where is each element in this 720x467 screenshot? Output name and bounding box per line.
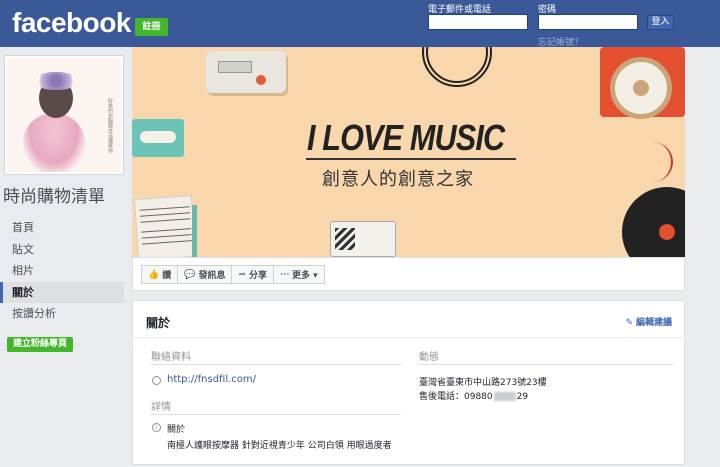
page-title[interactable]: 時尚購物清單 xyxy=(3,182,105,207)
pencil-icon: ✎ xyxy=(625,318,633,328)
film-reel-illustration xyxy=(610,57,672,119)
profile-dress xyxy=(23,113,85,172)
contact-heading: 聯絡資料 xyxy=(151,352,191,363)
redacted-digits xyxy=(493,392,516,401)
section-divider xyxy=(151,414,401,415)
create-page-button[interactable]: 建立粉絲專頁 xyxy=(7,337,73,352)
cover-title: I LOVE MUSIC xyxy=(307,117,505,158)
cover-subtitle: 創意人的創意之家 xyxy=(322,169,474,190)
more-button[interactable]: ⋯ 更多 ▾ xyxy=(273,265,325,284)
about-title: 關於 xyxy=(146,316,171,330)
cable-coil-illustration xyxy=(422,47,492,87)
headphone-cable-illustration xyxy=(647,142,673,182)
cover-divider xyxy=(306,158,516,160)
share-button[interactable]: ➦ 分享 xyxy=(231,265,275,284)
card-divider xyxy=(133,337,686,338)
share-icon: ➦ xyxy=(238,269,247,280)
phone-prefix: 售後電話：09880 xyxy=(419,392,493,402)
nav-item-about[interactable]: 關於 xyxy=(0,281,124,303)
sheet-music-illustration xyxy=(133,195,197,257)
section-divider xyxy=(151,364,401,365)
globe-icon xyxy=(152,376,161,385)
phone-text: 售後電話：09880 29 xyxy=(419,389,528,402)
pencil-illustration xyxy=(192,205,197,257)
share-label: 分享 xyxy=(249,271,268,281)
edit-suggestion-link[interactable]: ✎ 編輯建議 xyxy=(625,315,672,328)
login-button[interactable]: 登入 xyxy=(647,15,674,30)
cassette-illustration xyxy=(132,119,184,157)
nav-item-posts[interactable]: 貼文 xyxy=(0,239,124,261)
phone-suffix: 29 xyxy=(516,392,529,402)
nav-item-photos[interactable]: 相片 xyxy=(0,260,124,282)
about-card: 關於 ✎ 編輯建議 聯絡資料 http://fnsdfil.com/ 詳情 i 關… xyxy=(132,300,686,465)
status-heading: 動態 xyxy=(419,352,439,363)
website-link[interactable]: http://fnsdfil.com/ xyxy=(167,374,256,385)
vinyl-record-illustration xyxy=(622,187,685,257)
edit-suggestion-label: 編輯建議 xyxy=(635,318,672,328)
message-icon: 💬 xyxy=(184,269,196,280)
message-label: 發訊息 xyxy=(198,271,226,281)
page-nav: 首頁 貼文 相片 關於 按讚分析 xyxy=(0,217,124,325)
like-label: 讚 xyxy=(162,271,172,281)
nav-item-likes[interactable]: 按讚分析 xyxy=(0,303,124,325)
more-label: 更多 ▾ xyxy=(292,271,318,281)
details-heading: 詳情 xyxy=(151,402,171,413)
about-description: 南極人護眼按摩器 針對近視青少年 公司白領 用眼過度者 xyxy=(167,441,392,451)
message-button[interactable]: 💬 發訊息 xyxy=(177,265,233,284)
address-text: 臺灣省臺東市中山路273號23樓 xyxy=(419,378,547,388)
facebook-logo[interactable]: facebook xyxy=(12,7,131,39)
thumbs-up-icon: 👍 xyxy=(148,269,160,280)
signup-button[interactable]: 註冊 xyxy=(135,18,168,36)
profile-picture[interactable]: 好看的衣服都在這裡等你 xyxy=(4,55,124,175)
radio-illustration xyxy=(206,51,286,93)
like-button[interactable]: 👍 讚 xyxy=(141,265,179,284)
profile-image: 好看的衣服都在這裡等你 xyxy=(7,58,121,172)
cover-photo[interactable]: I LOVE MUSIC 創意人的創意之家 xyxy=(132,47,685,257)
page-action-bar: 👍 讚 💬 發訊息 ➦ 分享 ⋯ 更多 ▾ xyxy=(132,257,685,291)
more-icon: ⋯ xyxy=(280,269,290,280)
section-divider xyxy=(419,364,673,365)
profile-caption: 好看的衣服都在這裡等你 xyxy=(107,98,113,153)
password-field[interactable] xyxy=(538,14,638,30)
profile-flower-crown xyxy=(33,72,79,90)
about-label: 關於 xyxy=(167,425,186,435)
email-field[interactable] xyxy=(428,14,528,30)
top-bar: facebook 註冊 電子郵件或電話 密碼 登入 忘記帳號？ xyxy=(0,0,720,48)
info-icon: i xyxy=(152,423,161,432)
cassette-illustration xyxy=(330,221,396,257)
nav-item-home[interactable]: 首頁 xyxy=(0,217,124,239)
